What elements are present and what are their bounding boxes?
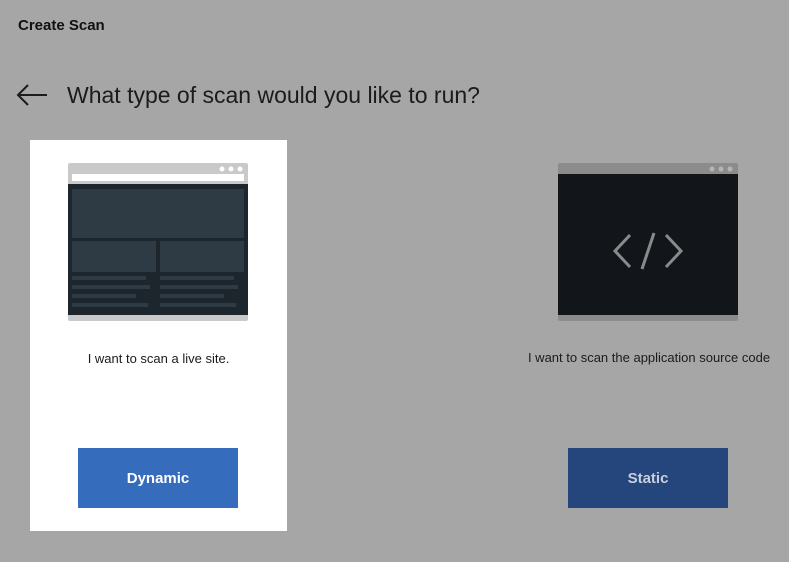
page-header: What type of scan would you like to run? (16, 78, 480, 112)
page-title: What type of scan would you like to run? (67, 81, 480, 108)
arrow-left-icon (16, 84, 47, 106)
back-button[interactable] (16, 78, 50, 112)
scan-option-dynamic[interactable]: I want to scan a live site. Dynamic (30, 140, 287, 531)
code-window-icon (558, 163, 738, 321)
app-title: Create Scan (18, 17, 105, 34)
static-button[interactable]: Static (568, 448, 728, 508)
option-description: I want to scan a live site. (87, 351, 230, 366)
webpage-window-icon (68, 163, 248, 321)
create-scan-page: Create Scan What type of scan would you … (0, 0, 789, 562)
dynamic-button[interactable]: Dynamic (78, 448, 238, 508)
scan-option-static[interactable]: I want to scan the application source co… (520, 140, 777, 531)
option-description: I want to scan the application source co… (527, 350, 771, 365)
